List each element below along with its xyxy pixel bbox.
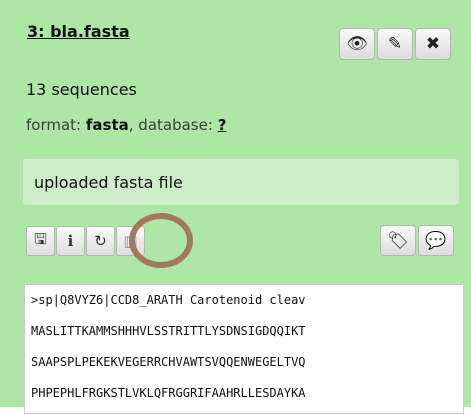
header-button-group: 👁 ✎ ✖ [339, 28, 451, 60]
tags-icon: 🏷 [387, 230, 409, 251]
dataset-peek: >sp|Q8VYZ6|CCD8_ARATH Carotenoid cleav M… [24, 284, 464, 414]
edit-tags-button[interactable]: 🏷 [380, 225, 416, 256]
database-label: , database: [128, 116, 213, 134]
database-value-link[interactable]: ? [218, 116, 227, 134]
download-button[interactable]: 🖫 [26, 226, 55, 256]
rerun-icon: ↻ [94, 232, 107, 250]
pencil-icon: ✎ [387, 34, 403, 54]
dataset-title-link[interactable]: 3: bla.fasta [27, 22, 130, 41]
view-data-button[interactable]: 👁 [339, 28, 375, 60]
dataset-panel: 3: bla.fasta 👁 ✎ ✖ 13 sequences format: … [0, 0, 471, 414]
peek-line: PHPEPHLFRGKSTLVKLQFRGGRIFAAHRLLESDAYKA [31, 386, 306, 400]
edit-attributes-button[interactable]: ✎ [377, 28, 413, 60]
eye-icon: 👁 [346, 34, 368, 54]
peek-line: SAAPSPLPEKEKVEGERRCHVAWTSVQQENWEGELTVQ [31, 355, 306, 369]
peek-line: MASLITTKAMMSHHHVLSSTRITTLYSDNSIGDQQIKT [31, 324, 306, 338]
close-icon: ✖ [425, 34, 441, 54]
comment-icon: 💬 [425, 230, 447, 251]
format-label: format: [26, 116, 82, 134]
annotation-toolbar: 🏷 💬 [380, 225, 454, 256]
format-value: fasta [85, 116, 129, 134]
dataset-info: uploaded fasta file [22, 158, 460, 206]
sequence-count: 13 sequences [26, 80, 137, 99]
visualize-icon: ▥ [123, 232, 138, 250]
dataset-details-button[interactable]: ℹ [56, 226, 85, 256]
dataset-toolbar: 🖫 ℹ ↻ ▥ [26, 226, 145, 256]
visualize-button[interactable]: ▥ [116, 226, 145, 256]
save-icon: 🖫 [34, 229, 47, 248]
format-line: format: fasta, database: ? [26, 116, 226, 134]
edit-annotation-button[interactable]: 💬 [418, 225, 454, 256]
info-icon: ℹ [67, 232, 74, 250]
rerun-button[interactable]: ↻ [86, 226, 115, 256]
peek-line: >sp|Q8VYZ6|CCD8_ARATH Carotenoid cleav [31, 293, 306, 307]
delete-button[interactable]: ✖ [415, 28, 451, 60]
